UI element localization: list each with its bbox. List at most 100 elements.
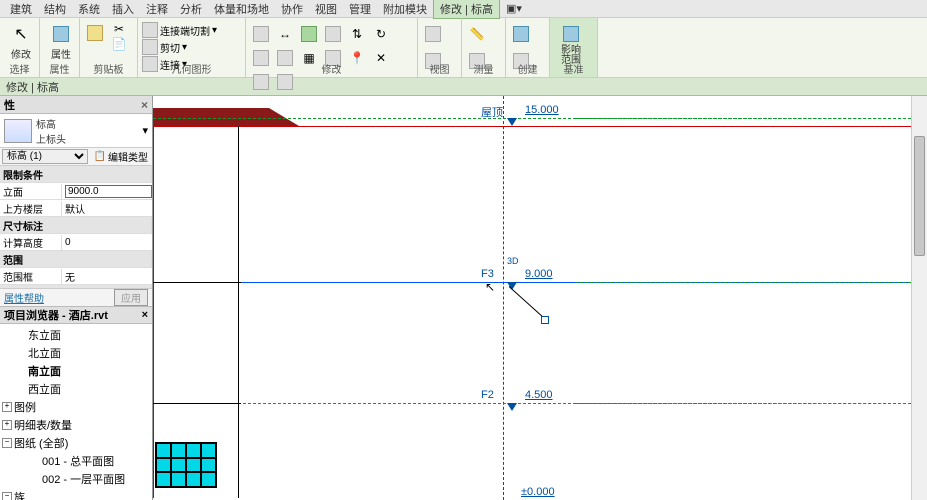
- menu-3[interactable]: 插入: [106, 0, 140, 18]
- 3d-marker: 3D: [507, 256, 519, 266]
- menu-11[interactable]: 修改 | 标高: [433, 0, 500, 19]
- level-elevation[interactable]: 15.000: [525, 104, 559, 116]
- tree-item[interactable]: 001 - 总平面图: [0, 452, 152, 470]
- properties-title-bar[interactable]: 性 ×: [0, 96, 152, 114]
- tree-item[interactable]: 南立面: [0, 362, 152, 380]
- prop-value[interactable]: 0: [65, 237, 71, 248]
- modify-button[interactable]: ↖ 修改: [4, 20, 38, 61]
- level-name[interactable]: F2: [481, 389, 494, 401]
- tree-item[interactable]: 图纸 (全部): [0, 434, 152, 452]
- properties-button[interactable]: 属性: [44, 20, 78, 61]
- menu-1[interactable]: 结构: [38, 0, 72, 18]
- tree-item[interactable]: 图例: [0, 398, 152, 416]
- drag-handle[interactable]: [541, 316, 549, 324]
- group-label: 测量: [462, 61, 505, 76]
- move-button[interactable]: ↔: [274, 23, 296, 45]
- menu-6[interactable]: 体量和场地: [208, 0, 275, 18]
- offset-button[interactable]: [298, 23, 320, 45]
- measure-button[interactable]: 📏: [466, 23, 488, 45]
- roof-edge: [153, 126, 911, 127]
- tree-item[interactable]: 北立面: [0, 344, 152, 362]
- align-button[interactable]: [250, 23, 272, 45]
- ribbon-group-geometry: 连接端切割▾ 剪切▾ 连接▾ 几何图形: [138, 18, 246, 77]
- grid-line[interactable]: [503, 96, 504, 500]
- cut-button[interactable]: ✂: [108, 22, 130, 36]
- drag-vector: [509, 286, 544, 318]
- create-button[interactable]: [510, 23, 532, 45]
- ribbon-group-select: ↖ 修改 选择: [0, 18, 40, 77]
- type-thumbnail: [4, 119, 32, 143]
- edit-type-button[interactable]: 📋 编辑类型: [90, 149, 152, 164]
- browser-title-bar[interactable]: 项目浏览器 - 酒店.rvt ×: [0, 306, 152, 324]
- copy-element-button[interactable]: [322, 23, 344, 45]
- vertical-scrollbar[interactable]: [911, 96, 927, 500]
- copy-button[interactable]: 📄: [108, 37, 130, 51]
- ribbon-group-measure: 📏 测量: [462, 18, 506, 77]
- instance-filter[interactable]: 标高 (1): [2, 149, 88, 164]
- chevron-down-icon[interactable]: ▾: [142, 124, 148, 137]
- options-bar: 修改 | 标高: [0, 78, 927, 96]
- menu-10[interactable]: 附加模块: [377, 0, 433, 18]
- type-selector[interactable]: 标高 上标头 ▾: [0, 114, 152, 148]
- help-menu[interactable]: ▣▾: [500, 1, 528, 16]
- properties-label: 属性: [51, 46, 71, 61]
- properties-title: 性: [4, 97, 15, 113]
- tree-item[interactable]: 西立面: [0, 380, 152, 398]
- menu-4[interactable]: 注释: [140, 0, 174, 18]
- mirror-button[interactable]: ⇅: [346, 23, 368, 45]
- cursor-icon: ↖: [485, 280, 495, 294]
- cut-geom-button[interactable]: 剪切▾: [142, 39, 241, 55]
- tree-item[interactable]: 002 - 一层平面图: [0, 470, 152, 488]
- group-label: 属性: [40, 61, 79, 76]
- color-palette[interactable]: [155, 442, 217, 488]
- cut-label: 剪切: [160, 40, 180, 55]
- properties-help-link[interactable]: 属性帮助: [4, 290, 44, 305]
- menu-9[interactable]: 管理: [343, 0, 377, 18]
- section-header[interactable]: 范围: [0, 252, 152, 267]
- browser-title: 项目浏览器 - 酒店.rvt: [4, 307, 108, 323]
- menu-0[interactable]: 建筑: [4, 0, 38, 18]
- extent-button[interactable]: 影响 范围: [554, 20, 588, 66]
- group-label: 剪贴板: [80, 61, 137, 76]
- close-icon[interactable]: ×: [142, 309, 148, 321]
- tree-item[interactable]: 东立面: [0, 326, 152, 344]
- group-label: 视图: [418, 61, 461, 76]
- project-browser[interactable]: 东立面北立面南立面西立面图例明细表/数量图纸 (全部)001 - 总平面图002…: [0, 324, 152, 500]
- level-name[interactable]: 屋顶: [481, 104, 503, 120]
- roof-element[interactable]: [153, 108, 269, 126]
- prop-input[interactable]: [65, 185, 152, 198]
- tree-item[interactable]: 族: [0, 488, 152, 500]
- menu-7[interactable]: 协作: [275, 0, 309, 18]
- edit-type-label: 编辑类型: [108, 149, 148, 164]
- cursor-icon: ↖: [9, 22, 33, 46]
- menu-2[interactable]: 系统: [72, 0, 106, 18]
- apply-button[interactable]: 应用: [114, 289, 148, 306]
- section-header[interactable]: 尺寸标注: [0, 218, 152, 233]
- wall-line: [153, 108, 154, 498]
- prop-key: 上方楼层: [0, 201, 62, 216]
- ribbon-group-properties: 属性 属性: [40, 18, 80, 77]
- prop-value[interactable]: 无: [65, 273, 75, 284]
- paste-button[interactable]: [84, 22, 106, 44]
- view-tool-button[interactable]: [422, 23, 444, 45]
- properties-icon: [49, 22, 73, 46]
- roof-slope[interactable]: [269, 108, 299, 126]
- menu-8[interactable]: 视图: [309, 0, 343, 18]
- level-value-f1[interactable]: ±0.000: [521, 486, 555, 498]
- extent-icon: [559, 22, 583, 46]
- prop-value[interactable]: 默认: [65, 205, 85, 216]
- cope-button[interactable]: 连接端切割▾: [142, 22, 241, 38]
- drawing-canvas[interactable]: 3D 屋顶 15.000 F3 9.000 ↖ F2 4.500 ±0.000: [153, 96, 927, 500]
- section-header[interactable]: 限制条件: [0, 167, 152, 182]
- ribbon: ↖ 修改 选择 属性 属性 ✂ 📄 剪贴板 连接端切割▾ 剪切▾ 连接▾: [0, 18, 927, 78]
- family-name: 标高: [36, 116, 142, 131]
- rotate-button[interactable]: ↻: [370, 23, 392, 45]
- ribbon-group-view: 视图: [418, 18, 462, 77]
- tree-item[interactable]: 明细表/数量: [0, 416, 152, 434]
- menu-5[interactable]: 分析: [174, 0, 208, 18]
- level-elevation[interactable]: 9.000: [525, 268, 553, 280]
- level-name[interactable]: F3: [481, 268, 494, 280]
- scrollbar-thumb[interactable]: [914, 136, 925, 256]
- level-elevation[interactable]: 4.500: [525, 389, 553, 401]
- close-icon[interactable]: ×: [141, 98, 148, 112]
